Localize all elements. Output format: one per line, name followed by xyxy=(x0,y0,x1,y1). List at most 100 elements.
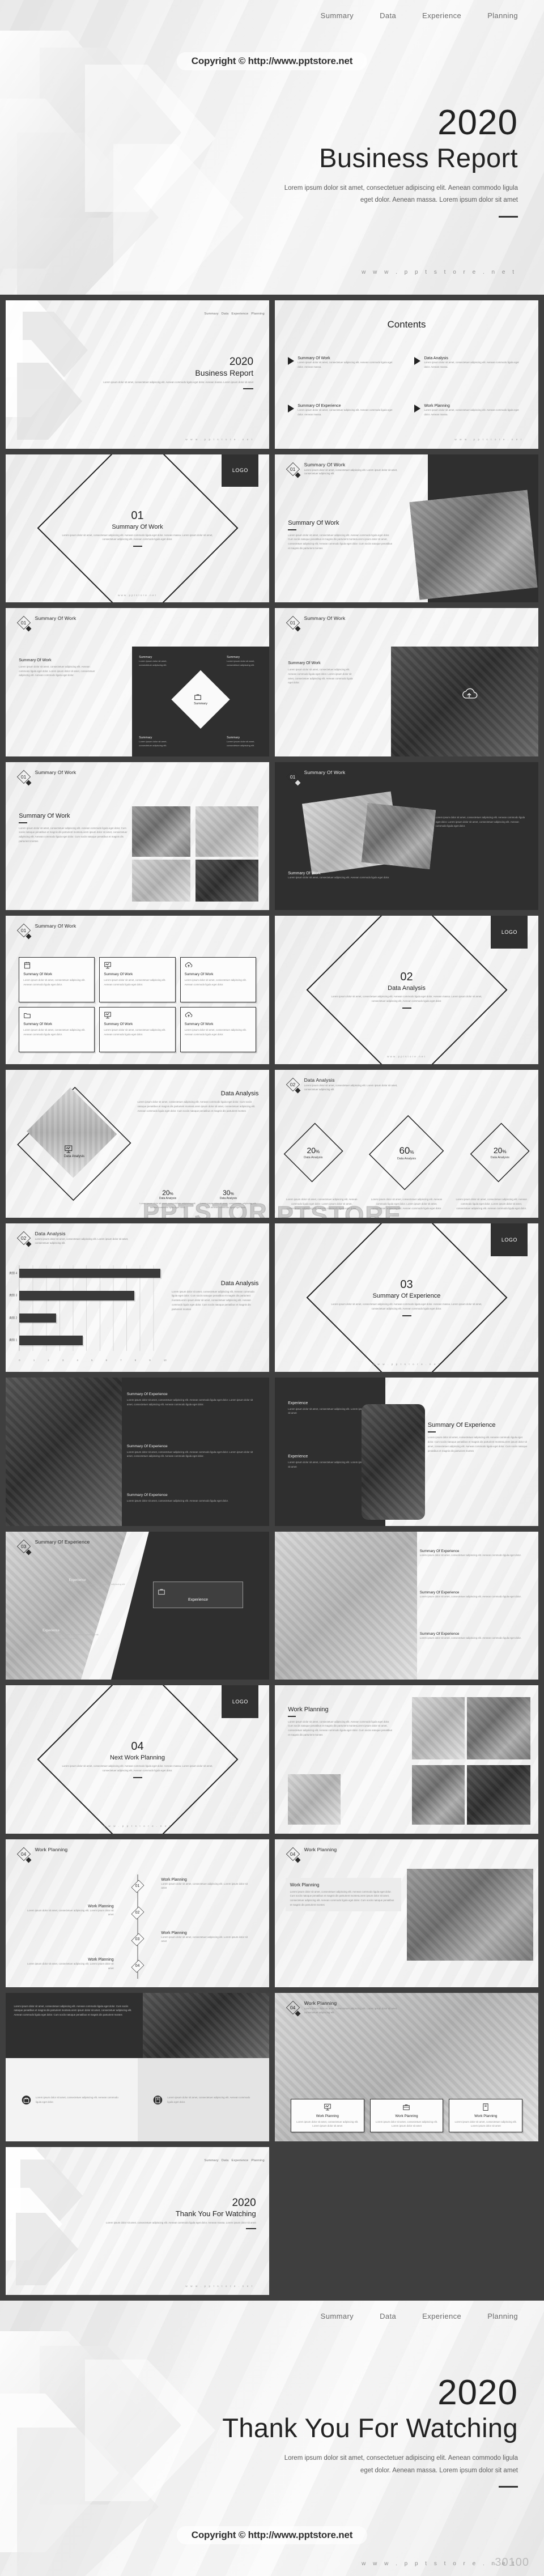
slide-thumb-cloud[interactable]: 01 Summary Of Work Summary Of Work Lorem… xyxy=(275,608,538,756)
slide-body: Lorem ipsum dolor sit amet, consectetuer… xyxy=(14,2004,132,2016)
footer-rule xyxy=(499,2485,518,2488)
info-card[interactable]: Summary Of Work Lorem ipsum dolor sit ame… xyxy=(180,1007,256,1052)
section-divider-content: 01 Summary Of Work Lorem ipsum dolor sit… xyxy=(6,454,269,603)
slide-body: Lorem ipsum dolor sit amet, consectetuer… xyxy=(290,1890,394,1906)
slide-thumb-planning-photos[interactable]: Work Planning Lorem ipsum dolor sit amet… xyxy=(275,1685,538,1834)
slide-thumb-montage[interactable]: 01 Summary Of Work Summary Of Work Lorem… xyxy=(275,762,538,911)
nav-item-planning[interactable]: Planning xyxy=(487,11,518,20)
slide-thumb-thankyou[interactable]: Summary Data Experience Planning 2020 Th… xyxy=(6,2146,269,2296)
footer-nav-item-experience[interactable]: Experience xyxy=(422,2312,461,2320)
slide-heading: Work Planning xyxy=(35,1846,68,1852)
stat-value: 60 xyxy=(399,1145,410,1156)
experience-item-desc: Lorem ipsum dolor sit amet, consectetuer… xyxy=(126,1398,253,1406)
slide-thumb-planning-office[interactable]: Lorem ipsum dolor sit amet, consectetuer… xyxy=(6,1993,269,2141)
section-title: Summary Of Work xyxy=(112,523,163,530)
slide-thumb-planning-cards[interactable]: 04 Work Planning Lorem ipsum dolor sit a… xyxy=(275,1993,538,2141)
slide-thumb-summary-quad[interactable]: 01 Summary Of Work Summary Of Work Lorem… xyxy=(6,608,269,756)
slide-thumb-bar-chart[interactable]: 02 Data Analysis Lorem ipsum dolor sit a… xyxy=(6,1223,269,1372)
experience-label: Experience xyxy=(288,1454,308,1459)
contents-item-1[interactable]: Summary Of Work Lorem ipsum dolor sit am… xyxy=(288,356,398,369)
nav-item-summary[interactable]: Summary xyxy=(321,11,354,20)
contents-item-4[interactable]: Work Planning Lorem ipsum dolor sit amet… xyxy=(414,404,525,416)
section-number: 01 xyxy=(290,773,296,780)
section-divider-content: 04 Next Work Planning Lorem ipsum dolor … xyxy=(6,1685,269,1834)
slide-thumb-experience-list[interactable]: Summary Of Experience Lorem ipsum dolor … xyxy=(275,1531,538,1680)
slide-thumb-section-04[interactable]: LOGO 04 Next Work Planning Lorem ipsum d… xyxy=(6,1685,269,1834)
slide-title: Work Planning xyxy=(288,1706,329,1713)
info-card[interactable]: Work Planning Lorem ipsum dolor sit amet,… xyxy=(290,2098,364,2133)
section-number: 02 xyxy=(290,1081,296,1087)
footer-nav-item-summary[interactable]: Summary xyxy=(321,2312,354,2320)
slide-thumb-section-02[interactable]: LOGO 02 Data Analysis Lorem ipsum dolor … xyxy=(275,916,538,1064)
stat-item: 20% Data Analysis Lorem ipsum dolor sit … xyxy=(138,1189,198,1209)
contents-item-2[interactable]: Data Analysis Lorem ipsum dolor sit amet… xyxy=(414,356,525,369)
slide-thumb-section-03[interactable]: LOGO 03 Summary Of Experience Lorem ipsu… xyxy=(275,1223,538,1372)
footer-nav-item-planning[interactable]: Planning xyxy=(487,2312,518,2320)
slide-header: 01 Summary Of Work xyxy=(16,770,76,786)
slide-thumb-contents[interactable]: Contents Summary Of Work Lorem ipsum dol… xyxy=(275,300,538,449)
slide-thumb-six-cards[interactable]: 01 Summary Of Work Summary Of Work Lorem … xyxy=(6,916,269,1064)
quad-desc: Lorem ipsum dolor sit amet, consectetuer… xyxy=(19,665,95,677)
footer-nav-item-data[interactable]: Data xyxy=(380,2312,396,2320)
top-navigation: Summary Data Experience Planning xyxy=(0,0,544,31)
info-card[interactable]: Summary Of Work Lorem ipsum dolor sit ame… xyxy=(180,957,256,1003)
card-title: Work Planning xyxy=(474,2114,498,2118)
hero-year: 2020 xyxy=(437,103,518,142)
stat-label: Data Analysis xyxy=(219,1196,237,1200)
nav-item-experience[interactable]: Experience xyxy=(422,11,461,20)
info-card[interactable]: Summary Of Work Lorem ipsum dolor sit ame… xyxy=(99,1007,176,1052)
card-title: Summary Of Work xyxy=(23,972,53,977)
section-desc: Lorem ipsum dolor sit amet, consectetuer… xyxy=(331,1303,482,1311)
desk-photo xyxy=(275,1531,418,1680)
slide-header: 02 Data Analysis Lorem ipsum dolor sit a… xyxy=(286,1077,412,1094)
slide-thumb-section-01[interactable]: LOGO 01 Summary Of Work Lorem ipsum dolo… xyxy=(6,454,269,603)
center-label: Summary xyxy=(194,702,208,706)
contents-item-3[interactable]: Summary Of Experience Lorem ipsum dolor … xyxy=(288,404,398,416)
mini-nav-planning: Planning xyxy=(251,2158,265,2162)
slide-thumb-timeline[interactable]: 04 Work Planning 01 Work Planning Lorem i… xyxy=(6,1839,269,1988)
stat-unit: % xyxy=(169,1192,173,1196)
timeline-desc: Lorem ipsum dolor sit amet, consectetuer… xyxy=(27,1962,114,1970)
slide-thumb-summary-photos[interactable]: 01 Summary Of Work Summary Of Work Lorem… xyxy=(6,762,269,911)
slide-thumb-data-diamonds[interactable]: 02 Data Analysis Lorem ipsum dolor sit a… xyxy=(275,1069,538,1218)
photo-tile xyxy=(288,1774,341,1825)
card-title: Summary Of Work xyxy=(104,972,133,977)
footer-banner: 2020 Thank You For Watching Lorem ipsum … xyxy=(0,2331,544,2576)
cloud-upload-icon xyxy=(462,688,478,699)
slide-thumb-title[interactable]: Summary Data Experience Planning 2020 Bu… xyxy=(6,300,269,449)
info-card[interactable]: Work Planning Lorem ipsum dolor sit amet,… xyxy=(449,2098,523,2133)
watch-photo xyxy=(362,1404,426,1520)
section-number: 04 xyxy=(290,1851,296,1857)
slide-body: Lorem ipsum dolor sit amet, consectetuer… xyxy=(288,533,393,550)
diamond-label: Data Analysis xyxy=(63,1154,85,1158)
slide-header: 04 Work Planning xyxy=(286,1847,337,1863)
hero-text-block: 2020 Business Report Lorem ipsum dolor s… xyxy=(274,105,518,218)
photo-tile xyxy=(132,860,190,902)
contents-item-desc: Lorem ipsum dolor sit amet, consectetuer… xyxy=(298,361,393,369)
info-card[interactable]: Work Planning Lorem ipsum dolor sit amet,… xyxy=(369,2098,444,2133)
stat-diamond: 20% Data Analysis xyxy=(472,1122,528,1183)
slide-thumb-summary-laptop[interactable]: 01 Summary Of Work Lorem ipsum dolor sit… xyxy=(275,454,538,603)
experience-item-label: Summary Of Experience xyxy=(126,1493,168,1497)
info-card[interactable]: Summary Of Work Lorem ipsum dolor sit ame… xyxy=(19,1007,95,1052)
slide-thumb-data-inline[interactable]: Data Analysis Data Analysis Lorem ipsum … xyxy=(6,1069,269,1218)
chevron-right-icon xyxy=(414,357,421,365)
slide-thumb-planning-screen[interactable]: 04 Work Planning Work Planning Lorem ips… xyxy=(275,1839,538,1988)
experience-item-label: Summary Of Experience xyxy=(419,1632,460,1636)
slide-thumb-experience-camera[interactable]: Summary Of Experience Lorem ipsum dolor … xyxy=(6,1377,269,1526)
document-icon xyxy=(483,2103,488,2111)
info-card[interactable]: Summary Of Work Lorem ipsum dolor sit ame… xyxy=(99,957,176,1003)
info-card[interactable]: Summary Of Work Lorem ipsum dolor sit ame… xyxy=(19,957,95,1003)
info-text: Lorem ipsum dolor sit amet, consectetuer… xyxy=(167,2095,250,2103)
slide-thumb-experience-diagonal[interactable]: 03 Summary Of Experience Experience Lore… xyxy=(6,1531,269,1680)
experience-item-desc: Lorem ipsum dolor sit amet, consectetuer… xyxy=(126,1499,229,1502)
footer-text-block: 2020 Thank You For Watching Lorem ipsum … xyxy=(222,2375,518,2488)
slide-title: Summary Of Experience xyxy=(427,1422,496,1429)
slide-thumb-experience-watch[interactable]: Experience Lorem ipsum dolor sit amet, c… xyxy=(275,1377,538,1526)
photo-tile xyxy=(411,1697,465,1759)
nav-item-data[interactable]: Data xyxy=(380,11,396,20)
slide-heading: Summary Of Work xyxy=(304,769,346,775)
card-title: Summary Of Work xyxy=(184,972,214,977)
workspace-photo xyxy=(6,1531,127,1680)
bar-label: 类别 4 xyxy=(9,1272,18,1276)
